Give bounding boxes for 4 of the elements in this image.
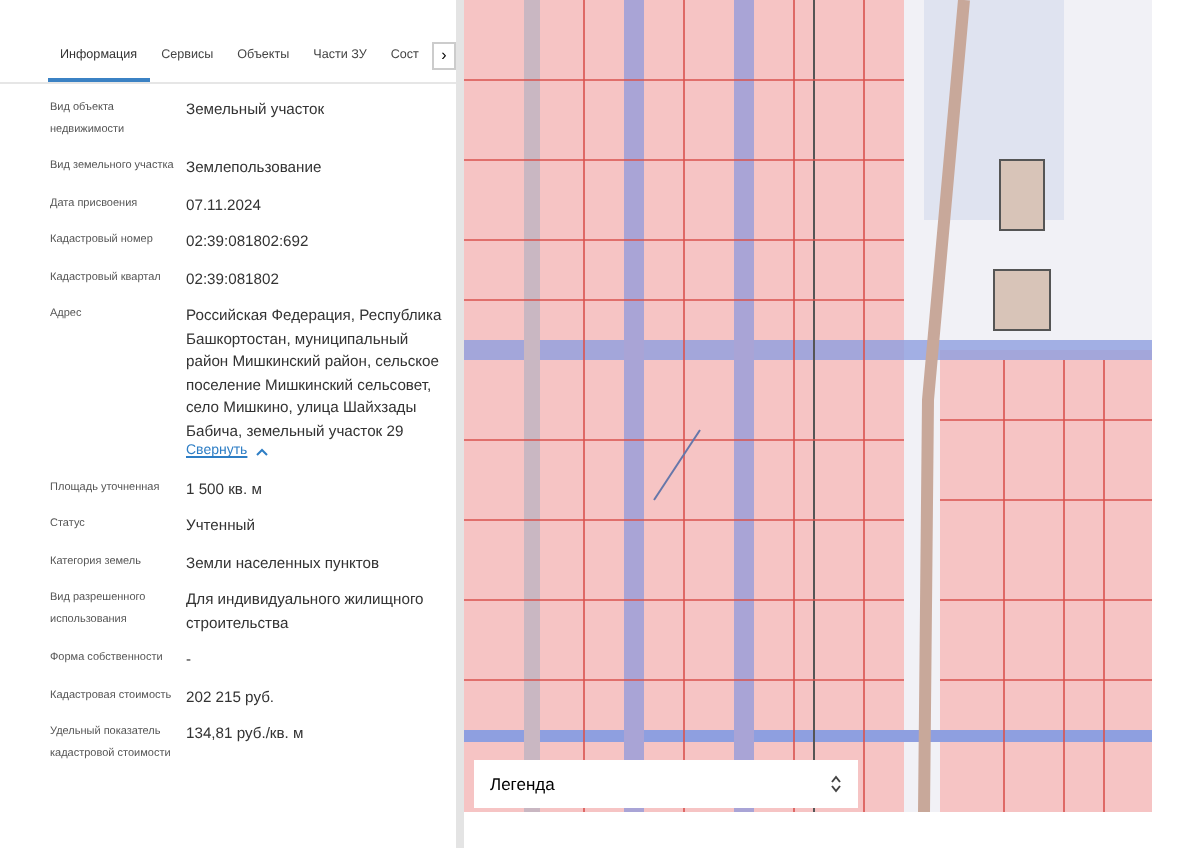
sort-arrows-icon <box>830 774 842 794</box>
scroll-tabs-button[interactable]: › <box>432 42 456 70</box>
chevron-up-icon <box>255 448 268 457</box>
legend-dropdown[interactable]: Легенда <box>474 760 858 808</box>
